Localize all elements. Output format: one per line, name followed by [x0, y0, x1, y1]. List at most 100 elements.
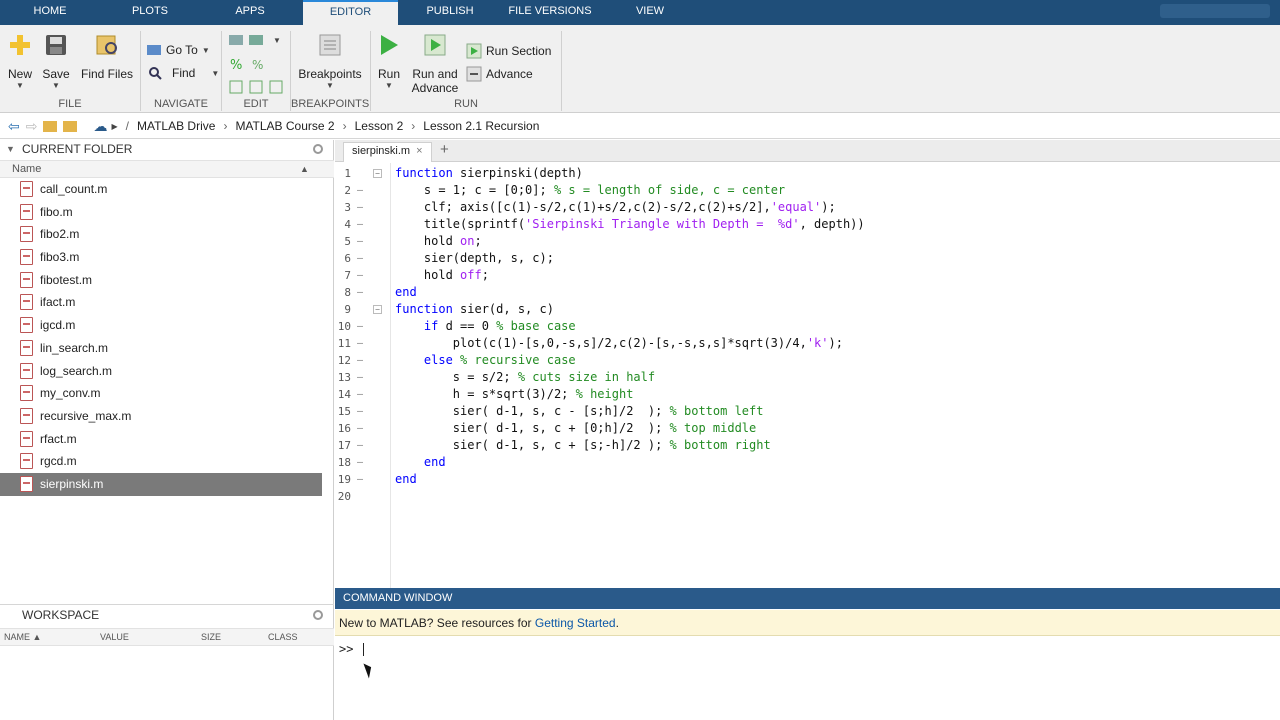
file-item[interactable]: log_search.m: [0, 360, 322, 383]
gear-icon[interactable]: [313, 610, 323, 620]
m-file-icon: [20, 271, 33, 288]
find-button[interactable]: Find ▼: [148, 66, 219, 80]
breakpoint-marker[interactable]: –: [355, 437, 365, 454]
quick-access-toolbar: [1160, 4, 1270, 18]
run-section-button[interactable]: Run Section: [466, 43, 551, 59]
file-item[interactable]: fibotest.m: [0, 269, 322, 292]
command-prompt[interactable]: >>: [339, 642, 364, 656]
file-item[interactable]: lin_search.m: [0, 337, 322, 360]
run-and-advance-button[interactable]: Run and Advance: [408, 33, 462, 95]
breakpoint-marker[interactable]: –: [355, 233, 365, 250]
breakpoint-marker[interactable]: –: [355, 318, 365, 335]
function-icon[interactable]: [248, 32, 264, 48]
tab-view[interactable]: VIEW: [600, 0, 700, 25]
file-item[interactable]: igcd.m: [0, 314, 322, 337]
tab-home[interactable]: HOME: [0, 0, 100, 25]
line-number: 4: [344, 218, 351, 231]
editor-tab-sierpinski[interactable]: sierpinski.m ×: [343, 142, 432, 162]
m-file-icon: [20, 362, 33, 379]
file-item[interactable]: fibo2.m: [0, 223, 322, 246]
breakpoint-marker[interactable]: –: [355, 284, 365, 301]
path-crumb-lesson[interactable]: Lesson 2: [355, 119, 404, 133]
breakpoints-button[interactable]: Breakpoints ▼: [296, 33, 364, 90]
breakpoint-marker[interactable]: –: [355, 403, 365, 420]
breakpoint-marker[interactable]: –: [355, 182, 365, 199]
indent-icon[interactable]: [228, 79, 244, 95]
breakpoint-marker[interactable]: –: [355, 335, 365, 352]
chevron-down-icon: ▼: [385, 81, 393, 90]
workspace-col-value[interactable]: VALUE: [100, 629, 129, 645]
cloud-icon[interactable]: ☁: [93, 118, 107, 135]
divider: [561, 31, 562, 111]
file-item[interactable]: my_conv.m: [0, 382, 322, 405]
breakpoint-marker[interactable]: –: [355, 454, 365, 471]
path-crumb-recursion[interactable]: Lesson 2.1 Recursion: [423, 119, 539, 133]
file-item[interactable]: fibo3.m: [0, 246, 322, 269]
tab-plots[interactable]: PLOTS: [100, 0, 200, 25]
run-button[interactable]: Run ▼: [374, 33, 404, 90]
breakpoint-marker[interactable]: –: [355, 250, 365, 267]
file-item[interactable]: recursive_max.m: [0, 405, 322, 428]
browse-folder-icon[interactable]: [63, 120, 78, 132]
line-number: 11: [337, 337, 351, 350]
up-folder-icon[interactable]: [43, 120, 58, 132]
breakpoint-marker[interactable]: –: [355, 420, 365, 437]
go-to-button[interactable]: Go To ▼: [146, 43, 210, 57]
tab-file-versions[interactable]: FILE VERSIONS: [500, 0, 600, 25]
advance-icon: [466, 66, 482, 82]
breakpoint-marker[interactable]: –: [355, 471, 365, 488]
path-crumb-matlab-drive[interactable]: MATLAB Drive: [137, 119, 215, 133]
back-arrow-icon[interactable]: ⇦: [8, 118, 20, 135]
name-column-header[interactable]: Name ▲: [0, 160, 334, 178]
chevron-down-icon: ▼: [326, 81, 334, 90]
file-item[interactable]: rfact.m: [0, 428, 322, 451]
new-button[interactable]: New ▼: [4, 33, 36, 90]
workspace-col-name[interactable]: NAME ▲: [4, 629, 41, 645]
getting-started-link[interactable]: Getting Started: [535, 616, 616, 630]
smart-indent-icon[interactable]: [248, 79, 264, 95]
insert-icon[interactable]: [228, 32, 244, 48]
comment-icon[interactable]: %: [228, 56, 244, 72]
path-root[interactable]: /: [126, 119, 129, 133]
outdent-icon[interactable]: [268, 79, 284, 95]
find-files-button[interactable]: Find Files: [78, 33, 136, 81]
uncomment-icon[interactable]: %: [250, 56, 266, 72]
breakpoint-marker[interactable]: –: [355, 199, 365, 216]
fold-icon[interactable]: −: [373, 305, 382, 314]
file-item[interactable]: rgcd.m: [0, 450, 322, 473]
tab-apps[interactable]: APPS: [200, 0, 300, 25]
tab-editor[interactable]: EDITOR: [303, 0, 398, 25]
code-text: s = s/2; % cuts size in half: [395, 370, 656, 384]
breakpoint-marker[interactable]: –: [355, 369, 365, 386]
file-item[interactable]: call_count.m: [0, 178, 322, 201]
workspace-col-size[interactable]: SIZE: [201, 629, 221, 645]
workspace-col-class[interactable]: CLASS: [268, 629, 298, 645]
file-item[interactable]: fibo.m: [0, 201, 322, 224]
advance-button[interactable]: Advance: [466, 66, 533, 82]
file-name: ifact.m: [40, 295, 76, 310]
save-button[interactable]: Save ▼: [40, 33, 72, 90]
breakpoint-marker[interactable]: –: [355, 216, 365, 233]
breakpoint-marker[interactable]: –: [355, 386, 365, 403]
chevron-down-icon[interactable]: ▼: [273, 36, 281, 45]
breakpoint-marker[interactable]: –: [355, 267, 365, 284]
breakpoint-marker[interactable]: –: [355, 352, 365, 369]
gear-icon[interactable]: [313, 144, 323, 154]
close-icon[interactable]: ×: [416, 145, 422, 157]
chevron-down-icon[interactable]: ▶: [111, 122, 117, 131]
m-file-icon: [20, 249, 33, 266]
add-tab-icon[interactable]: +: [440, 141, 449, 158]
file-item-selected[interactable]: sierpinski.m: [0, 472, 322, 496]
file-name: fibo.m: [40, 204, 73, 219]
find-files-label: Find Files: [80, 67, 133, 81]
go-to-icon: [147, 45, 161, 55]
path-crumb-course[interactable]: MATLAB Course 2: [235, 119, 334, 133]
file-item[interactable]: ifact.m: [0, 291, 322, 314]
collapse-icon[interactable]: ▼: [6, 140, 15, 158]
line-number: 14: [337, 388, 351, 401]
fold-icon[interactable]: −: [373, 169, 382, 178]
tab-publish[interactable]: PUBLISH: [400, 0, 500, 25]
panel-divider[interactable]: [0, 604, 334, 605]
forward-arrow-icon[interactable]: ⇨: [26, 118, 38, 135]
code-area[interactable]: 1− function sierpinski(depth) 2– s = 1; c…: [335, 165, 1280, 505]
